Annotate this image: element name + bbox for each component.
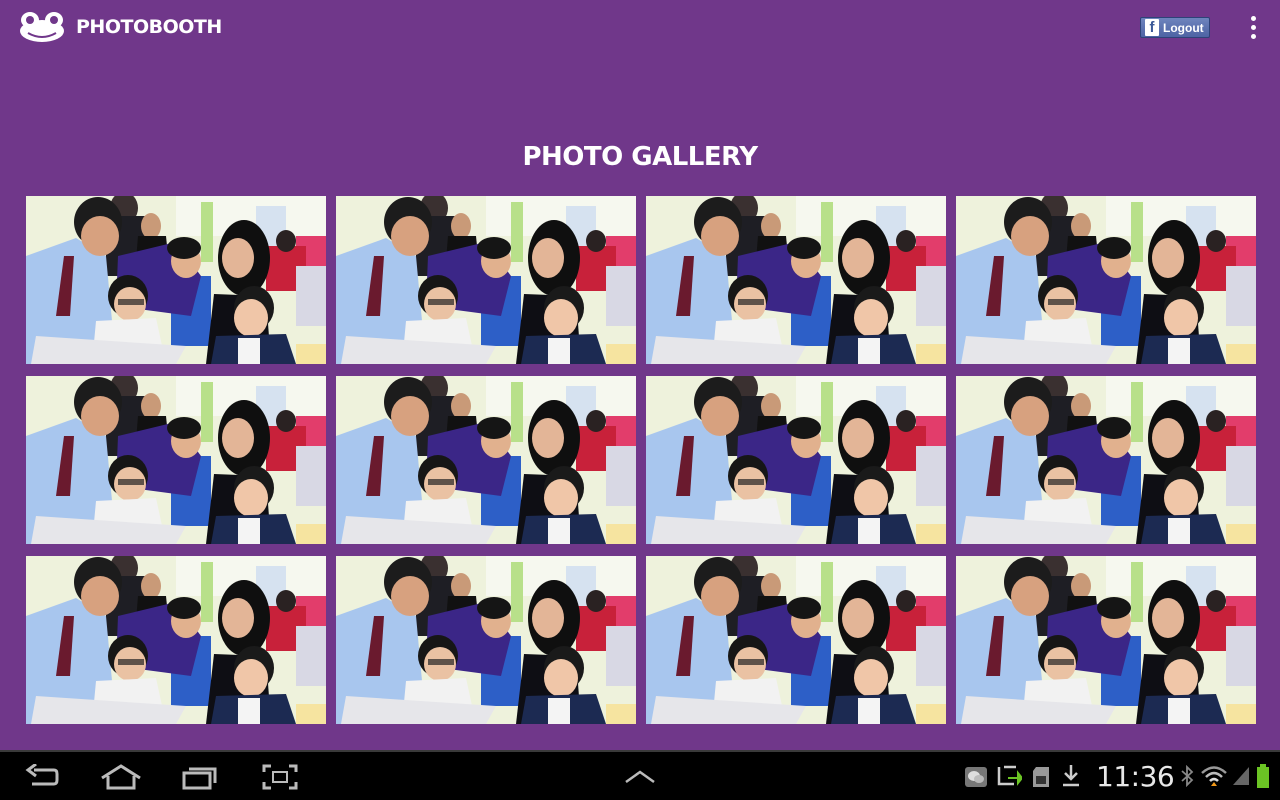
gallery-photo[interactable] (336, 376, 636, 544)
photo-thumbnail-image (26, 556, 326, 724)
frog-logo-icon (20, 12, 64, 42)
sd-card-icon (1033, 767, 1049, 787)
photo-thumbnail-image (646, 196, 946, 364)
signal-icon (1233, 767, 1249, 785)
app-title: PHOTOBOOTH (76, 16, 222, 38)
photo-thumbnail-image (336, 196, 636, 364)
bluetooth-icon (1181, 765, 1194, 787)
home-icon[interactable] (100, 764, 142, 790)
chat-icon (965, 767, 987, 787)
gallery-photo[interactable] (26, 196, 326, 364)
gallery-photo[interactable] (26, 556, 326, 724)
photo-thumbnail-image (956, 376, 1256, 544)
gallery-photo[interactable] (26, 376, 326, 544)
photo-thumbnail-image (26, 196, 326, 364)
app-screen: PHOTOBOOTH f Logout PHOTO GALLERY (0, 0, 1280, 750)
gallery-photo[interactable] (336, 556, 636, 724)
gallery-photo[interactable] (956, 196, 1256, 364)
gallery-photo[interactable] (336, 196, 636, 364)
overflow-menu-icon[interactable] (1246, 15, 1262, 41)
logout-label: Logout (1163, 20, 1204, 35)
photo-thumbnail-image (336, 556, 636, 724)
recent-apps-icon[interactable] (182, 764, 218, 790)
photo-thumbnail-image (956, 556, 1256, 724)
photo-grid (26, 196, 1256, 724)
photo-thumbnail-image (26, 376, 326, 544)
photo-thumbnail-image (956, 196, 1256, 364)
system-navigation-bar: 11:36 (0, 750, 1280, 800)
photo-thumbnail-image (336, 376, 636, 544)
sync-icon (997, 765, 1022, 786)
wifi-icon (1201, 766, 1227, 786)
gallery-photo[interactable] (956, 376, 1256, 544)
facebook-logout-button[interactable]: f Logout (1140, 17, 1210, 38)
battery-icon (1257, 764, 1269, 788)
screenshot-icon[interactable] (262, 764, 298, 790)
facebook-icon: f (1145, 19, 1159, 36)
photo-thumbnail-image (646, 376, 946, 544)
back-icon[interactable] (24, 764, 60, 790)
gallery-photo[interactable] (646, 376, 946, 544)
up-chevron-icon[interactable] (624, 770, 656, 784)
action-bar: PHOTOBOOTH f Logout (0, 0, 1280, 56)
gallery-photo[interactable] (646, 196, 946, 364)
gallery-photo[interactable] (646, 556, 946, 724)
photo-thumbnail-image (646, 556, 946, 724)
gallery-title: PHOTO GALLERY (522, 142, 758, 172)
gallery-photo[interactable] (956, 556, 1256, 724)
download-icon (1063, 765, 1079, 787)
status-clock: 11:36 (1096, 760, 1175, 793)
